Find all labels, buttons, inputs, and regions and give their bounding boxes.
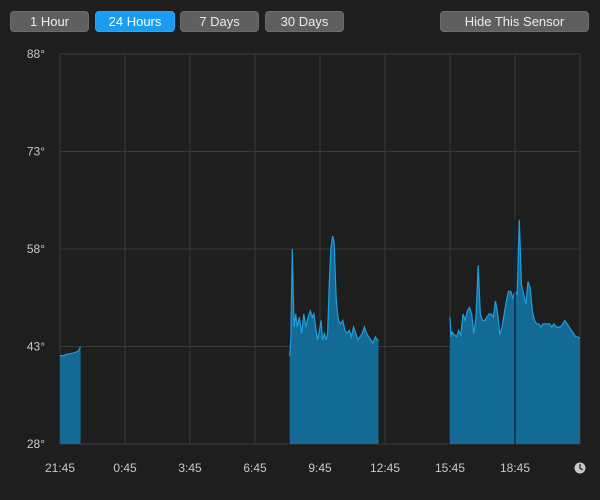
sensor-history-window: 1 Hour 24 Hours 7 Days 30 Days Hide This… bbox=[0, 0, 600, 500]
hide-sensor-button[interactable]: Hide This Sensor bbox=[440, 11, 589, 32]
y-axis-ticks: 88° 73° 58° 43° 28° bbox=[27, 47, 45, 451]
time-range-toolbar: 1 Hour 24 Hours 7 Days 30 Days Hide This… bbox=[0, 0, 600, 42]
x-tick-label: 12:45 bbox=[370, 461, 400, 475]
y-tick-label: 28° bbox=[27, 437, 45, 451]
y-tick-label: 58° bbox=[27, 242, 45, 256]
x-tick-label: 18:45 bbox=[500, 461, 530, 475]
y-tick-label: 73° bbox=[27, 145, 45, 159]
x-tick-label: 21:45 bbox=[45, 461, 75, 475]
y-tick-label: 43° bbox=[27, 340, 45, 354]
x-tick-label: 6:45 bbox=[243, 461, 267, 475]
x-tick-label: 0:45 bbox=[113, 461, 137, 475]
range-7-days-button[interactable]: 7 Days bbox=[180, 11, 259, 32]
x-axis-ticks: 21:45 0:45 3:45 6:45 9:45 12:45 15:45 18:45 bbox=[45, 461, 530, 475]
temperature-chart-svg: 88° 73° 58° 43° 28° 21:45 0:45 3:45 6:45 9:45 12:… bbox=[27, 47, 581, 475]
x-tick-label: 15:45 bbox=[435, 461, 465, 475]
range-24-hours-button[interactable]: 24 Hours bbox=[95, 11, 175, 32]
y-tick-label: 88° bbox=[27, 47, 45, 61]
clock-icon[interactable] bbox=[574, 462, 586, 474]
temperature-chart: 88° 73° 58° 43° 28° 21:45 0:45 3:45 6:45 9:45 12:… bbox=[0, 42, 600, 500]
area-segment-2 bbox=[289, 236, 379, 444]
area-segment-1 bbox=[60, 347, 81, 444]
range-1-hour-button[interactable]: 1 Hour bbox=[10, 11, 89, 32]
range-30-days-button[interactable]: 30 Days bbox=[265, 11, 344, 32]
x-tick-label: 3:45 bbox=[178, 461, 202, 475]
x-tick-label: 9:45 bbox=[308, 461, 332, 475]
